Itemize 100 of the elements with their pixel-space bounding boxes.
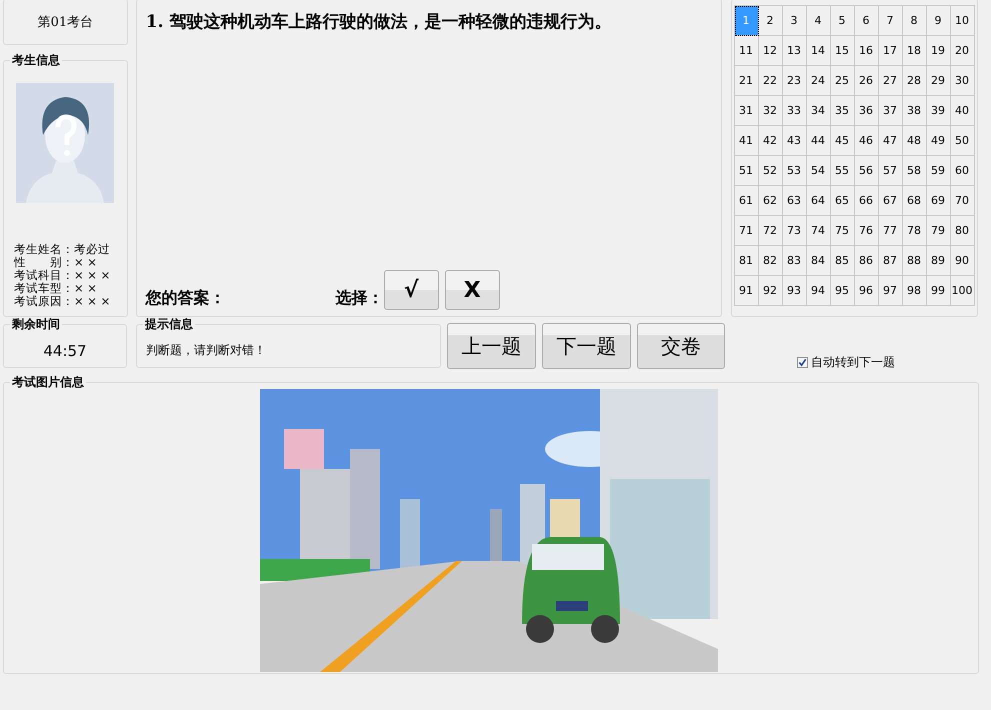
question-number-cell[interactable]: 16 xyxy=(854,36,879,66)
answer-choice-button[interactable]: X xyxy=(444,270,500,310)
question-number-cell[interactable]: 65 xyxy=(830,186,855,216)
question-number-cell[interactable]: 55 xyxy=(830,156,855,186)
question-number-cell[interactable]: 50 xyxy=(950,126,975,156)
question-number-cell[interactable]: 79 xyxy=(926,216,951,246)
question-number-cell[interactable]: 95 xyxy=(830,276,855,306)
question-number-cell[interactable]: 99 xyxy=(926,276,951,306)
question-number-cell[interactable]: 83 xyxy=(782,246,807,276)
question-number-cell[interactable]: 53 xyxy=(782,156,807,186)
question-number-cell[interactable]: 75 xyxy=(830,216,855,246)
question-number-cell[interactable]: 45 xyxy=(830,126,855,156)
question-number-cell[interactable]: 5 xyxy=(830,6,855,36)
question-number-cell[interactable]: 78 xyxy=(902,216,927,246)
question-number-cell[interactable]: 58 xyxy=(902,156,927,186)
question-number-cell[interactable]: 12 xyxy=(758,36,783,66)
question-number-cell[interactable]: 36 xyxy=(854,96,879,126)
nav-button[interactable]: 上一题 xyxy=(447,323,536,369)
question-number-cell[interactable]: 14 xyxy=(806,36,831,66)
question-number-cell[interactable]: 40 xyxy=(950,96,975,126)
question-number-cell[interactable]: 71 xyxy=(734,216,759,246)
question-number-cell[interactable]: 93 xyxy=(782,276,807,306)
question-number-cell[interactable]: 74 xyxy=(806,216,831,246)
question-number-cell[interactable]: 67 xyxy=(878,186,903,216)
question-number-cell[interactable]: 68 xyxy=(902,186,927,216)
nav-button[interactable]: 交卷 xyxy=(637,323,725,369)
question-number-cell[interactable]: 98 xyxy=(902,276,927,306)
question-number-cell[interactable]: 35 xyxy=(830,96,855,126)
question-number-cell[interactable]: 10 xyxy=(950,6,975,36)
question-number-cell[interactable]: 47 xyxy=(878,126,903,156)
question-number-cell[interactable]: 15 xyxy=(830,36,855,66)
question-number-cell[interactable]: 31 xyxy=(734,96,759,126)
nav-button[interactable]: 下一题 xyxy=(542,323,631,369)
question-number-cell[interactable]: 77 xyxy=(878,216,903,246)
question-number-cell[interactable]: 63 xyxy=(782,186,807,216)
question-number-cell[interactable]: 85 xyxy=(830,246,855,276)
question-number-cell[interactable]: 17 xyxy=(878,36,903,66)
question-number-cell[interactable]: 29 xyxy=(926,66,951,96)
question-number-cell[interactable]: 73 xyxy=(782,216,807,246)
question-number-cell[interactable]: 27 xyxy=(878,66,903,96)
question-number-cell[interactable]: 6 xyxy=(854,6,879,36)
question-number-cell[interactable]: 13 xyxy=(782,36,807,66)
question-number-cell[interactable]: 18 xyxy=(902,36,927,66)
question-number-cell[interactable]: 87 xyxy=(878,246,903,276)
question-number-cell[interactable]: 96 xyxy=(854,276,879,306)
question-number-cell[interactable]: 11 xyxy=(734,36,759,66)
question-number-cell[interactable]: 8 xyxy=(902,6,927,36)
question-number-cell[interactable]: 7 xyxy=(878,6,903,36)
question-number-cell[interactable]: 52 xyxy=(758,156,783,186)
question-number-cell[interactable]: 42 xyxy=(758,126,783,156)
question-number-cell[interactable]: 90 xyxy=(950,246,975,276)
question-number-cell[interactable]: 94 xyxy=(806,276,831,306)
question-number-cell[interactable]: 81 xyxy=(734,246,759,276)
question-number-cell[interactable]: 89 xyxy=(926,246,951,276)
question-number-cell[interactable]: 24 xyxy=(806,66,831,96)
question-number-cell[interactable]: 86 xyxy=(854,246,879,276)
question-number-cell[interactable]: 22 xyxy=(758,66,783,96)
question-number-cell[interactable]: 26 xyxy=(854,66,879,96)
question-number-cell[interactable]: 33 xyxy=(782,96,807,126)
question-number-cell[interactable]: 100 xyxy=(950,276,975,306)
question-number-cell[interactable]: 51 xyxy=(734,156,759,186)
question-number-cell[interactable]: 2 xyxy=(758,6,783,36)
question-number-cell[interactable]: 57 xyxy=(878,156,903,186)
question-number-cell[interactable]: 43 xyxy=(782,126,807,156)
question-number-cell[interactable]: 30 xyxy=(950,66,975,96)
question-number-cell[interactable]: 76 xyxy=(854,216,879,246)
question-number-cell[interactable]: 66 xyxy=(854,186,879,216)
question-number-cell[interactable]: 91 xyxy=(734,276,759,306)
question-number-cell[interactable]: 39 xyxy=(926,96,951,126)
question-number-cell[interactable]: 82 xyxy=(758,246,783,276)
question-number-cell[interactable]: 44 xyxy=(806,126,831,156)
question-number-cell[interactable]: 9 xyxy=(926,6,951,36)
question-number-cell[interactable]: 28 xyxy=(902,66,927,96)
question-number-cell[interactable]: 61 xyxy=(734,186,759,216)
question-number-cell[interactable]: 70 xyxy=(950,186,975,216)
question-number-cell[interactable]: 84 xyxy=(806,246,831,276)
question-number-cell[interactable]: 25 xyxy=(830,66,855,96)
question-number-cell[interactable]: 49 xyxy=(926,126,951,156)
question-number-cell[interactable]: 60 xyxy=(950,156,975,186)
question-number-cell[interactable]: 69 xyxy=(926,186,951,216)
question-number-cell[interactable]: 32 xyxy=(758,96,783,126)
question-number-cell[interactable]: 48 xyxy=(902,126,927,156)
question-number-cell[interactable]: 34 xyxy=(806,96,831,126)
question-number-cell[interactable]: 62 xyxy=(758,186,783,216)
auto-next-checkbox[interactable] xyxy=(797,357,808,368)
question-number-cell[interactable]: 20 xyxy=(950,36,975,66)
question-number-cell[interactable]: 46 xyxy=(854,126,879,156)
question-number-cell[interactable]: 59 xyxy=(926,156,951,186)
question-number-cell[interactable]: 88 xyxy=(902,246,927,276)
question-number-cell[interactable]: 19 xyxy=(926,36,951,66)
question-number-cell[interactable]: 37 xyxy=(878,96,903,126)
question-number-cell[interactable]: 54 xyxy=(806,156,831,186)
question-number-cell[interactable]: 3 xyxy=(782,6,807,36)
question-number-cell[interactable]: 64 xyxy=(806,186,831,216)
auto-next-label[interactable]: 自动转到下一题 xyxy=(811,354,895,371)
question-number-cell[interactable]: 56 xyxy=(854,156,879,186)
question-number-cell[interactable]: 38 xyxy=(902,96,927,126)
question-number-cell[interactable]: 41 xyxy=(734,126,759,156)
question-number-cell[interactable]: 21 xyxy=(734,66,759,96)
question-number-cell[interactable]: 80 xyxy=(950,216,975,246)
